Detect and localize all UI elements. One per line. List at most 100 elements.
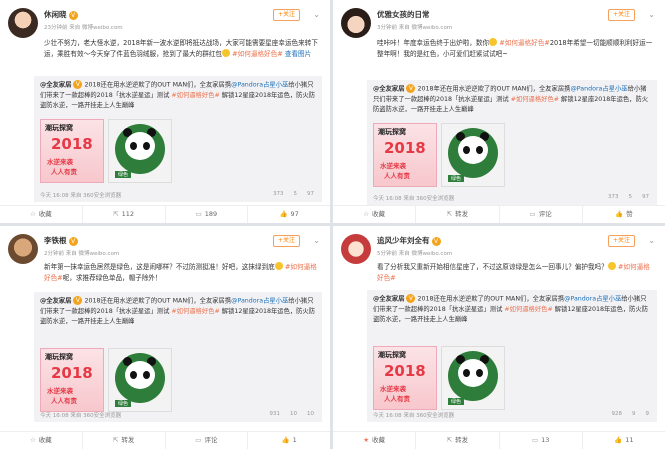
repost-box: @全友家居 V 2018还在用水逆逆欺了的OUT MAN们，全友家居携@Pando… [34,76,322,202]
follow-button[interactable]: +关注 [272,9,300,21]
comment-button[interactable]: ▭ 评论 [500,206,583,223]
star-icon: ★ [363,436,370,444]
verified-icon: V [406,294,416,303]
hashtag[interactable]: #如何逼格好色# [511,96,559,103]
repost-share-count[interactable]: 931 [270,411,281,419]
chevron-down-icon[interactable]: ⌄ [313,236,320,245]
follow-button[interactable]: +关注 [607,9,635,21]
avatar[interactable] [341,8,371,38]
thumb-up-icon: 👍 [281,436,290,444]
forward-button[interactable]: ⇱ 转发 [83,432,166,449]
like-button[interactable]: 👍 1 [248,432,330,449]
chevron-down-icon[interactable]: ⌄ [313,10,320,19]
post-meta: 5分钟前 来自 微博weibo.com [377,251,453,257]
verified-icon: V [406,84,416,93]
post-header: 优雅女孩的日常 3分钟前 来自 微博weibo.com [377,9,452,31]
action-bar: ☆ 收藏 ⇱ 转发 ▭ 评论 👍 1 [0,431,330,449]
comment-button[interactable]: ▭ 13 [500,432,583,449]
panda-thumbnail[interactable]: 绿色 [108,348,172,412]
panda-thumbnail[interactable]: 绿色 [441,123,505,187]
favorite-button[interactable]: ☆ 收藏 [0,206,83,223]
repost-like-count[interactable]: 97 [642,194,649,202]
chevron-down-icon[interactable]: ⌄ [648,10,655,19]
mention-link[interactable]: @Pandora占星小巫 [231,82,288,89]
repost-comment-count[interactable]: 10 [290,411,297,419]
forward-button[interactable]: ⇱ 转发 [416,432,500,449]
repost-author[interactable]: @全友家居 [40,298,71,305]
repost-footer: 今天 16:08 来自 360安全浏览器 928 9 9 [373,411,649,419]
avatar[interactable] [8,8,38,38]
panda-thumbnail[interactable]: 绿色 [108,119,172,183]
mention-link[interactable]: @Pandora占星小巫 [231,298,288,305]
forward-button[interactable]: ⇱ 112 [83,206,166,223]
like-button[interactable]: 👍 赞 [583,206,665,223]
image-thumbnails: 潮玩探窝 2018 水逆来袭 人人有责 绿色 [373,346,505,410]
repost-like-count[interactable]: 9 [646,411,650,419]
favorite-button[interactable]: ☆ 收藏 [333,206,417,223]
repost-footer: 今天 16:08 来自 360安全浏览器 373 5 97 [40,191,314,199]
repost-footer: 今天 16:08 来自 360安全浏览器 373 5 97 [373,194,649,202]
like-button[interactable]: 👍 11 [583,432,665,449]
post-header: 李铁根 V 2分钟前 来自 微博weibo.com [44,235,119,257]
poster-thumbnail[interactable]: 潮玩探窝 2018 水逆来袭 人人有责 [40,119,104,183]
verified-icon: V [431,236,441,246]
username[interactable]: 追风少年刘全有 [377,236,430,245]
verified-icon: V [68,236,78,246]
star-icon: ☆ [29,436,36,444]
post-text: 新年第一抹幸运色居然是绿色，这是闹哪样？不过防测挺准！好吧，这抹绿到底 #如何逼… [44,262,317,282]
post-header: 休闲晓 V 23分钟前 来自 微博weibo.com [44,9,123,31]
mention-link[interactable]: @Pandora占星小巫 [570,86,627,93]
post-text: 哇咔咔！年度幸运色终于出炉啦，数你 #如何逼格好色#2018年希望一切能顺顺利利… [377,38,653,58]
username[interactable]: 李铁根 [44,236,67,245]
emoji-icon [222,49,231,57]
hashtag[interactable]: #如何逼格好色# [504,306,552,313]
repost-author[interactable]: @全友家居 [40,82,71,89]
avatar[interactable] [341,234,371,264]
star-icon: ☆ [363,210,370,218]
username[interactable]: 休闲晓 [44,10,67,19]
post-text: 看了分析我又重新开始相信星座了，不过这原谅绿是怎么一回事儿？偏护我吗？ #如何逼… [377,262,650,282]
emoji-icon [607,262,616,270]
repost-share-count[interactable]: 373 [273,191,284,199]
post-meta: 3分钟前 来自 微博weibo.com [377,25,453,31]
forward-button[interactable]: ⇱ 转发 [416,206,500,223]
repost-comment-count[interactable]: 5 [629,194,633,202]
hashtag[interactable]: #如何逼格好色# [232,50,283,58]
comment-icon: ▭ [195,210,202,218]
chevron-down-icon[interactable]: ⌄ [648,236,655,245]
follow-button[interactable]: +关注 [272,235,300,247]
follow-button[interactable]: +关注 [607,235,635,247]
thumb-up-icon: 👍 [279,210,288,218]
verified-icon: V [73,296,83,305]
repost-like-count[interactable]: 97 [307,191,314,199]
repost-footer: 今天 16:08 来自 360安全浏览器 931 10 10 [40,411,314,419]
favorite-button[interactable]: ☆ 收藏 [0,432,83,449]
comment-button[interactable]: ▭ 189 [166,206,249,223]
panda-thumbnail[interactable]: 绿色 [441,346,505,410]
mention-link[interactable]: @Pandora占星小巫 [564,296,621,303]
emoji-icon [489,38,498,46]
repost-box: @全友家居 V 2018还在用水逆逆欺了的OUT MAN们，全友家居携@Pando… [34,292,322,422]
avatar[interactable] [8,234,38,264]
comment-button[interactable]: ▭ 评论 [166,432,249,449]
hashtag[interactable]: #如何逼格好色# [499,39,550,47]
repost-author[interactable]: @全友家居 [373,86,404,93]
hashtag[interactable]: #如何逼格好色# [171,308,219,315]
repost-like-count[interactable]: 10 [307,411,314,419]
poster-thumbnail[interactable]: 潮玩探窝 2018 水逆来袭 人人有责 [373,123,437,187]
view-image-link[interactable]: 查看图片 [285,50,311,58]
repost-share-count[interactable]: 373 [608,194,619,202]
repost-comment-count[interactable]: 9 [632,411,636,419]
poster-thumbnail[interactable]: 潮玩探窝 2018 水逆来袭 人人有责 [40,348,104,412]
repost-share-count[interactable]: 928 [612,411,623,419]
repost-comment-count[interactable]: 5 [294,191,298,199]
image-thumbnails: 潮玩探窝 2018 水逆来袭 人人有责 绿色 [40,348,172,412]
hashtag[interactable]: #如何逼格好色# [171,92,219,99]
favorite-button[interactable]: ★ 收藏 [333,432,417,449]
post-meta: 23分钟前 来自 微博weibo.com [44,25,123,31]
username[interactable]: 优雅女孩的日常 [377,10,430,19]
poster-thumbnail[interactable]: 潮玩探窝 2018 水逆来袭 人人有责 [373,346,437,410]
like-button[interactable]: 👍 97 [248,206,330,223]
forward-icon: ⇱ [446,210,453,218]
repost-author[interactable]: @全友家居 [373,296,404,303]
